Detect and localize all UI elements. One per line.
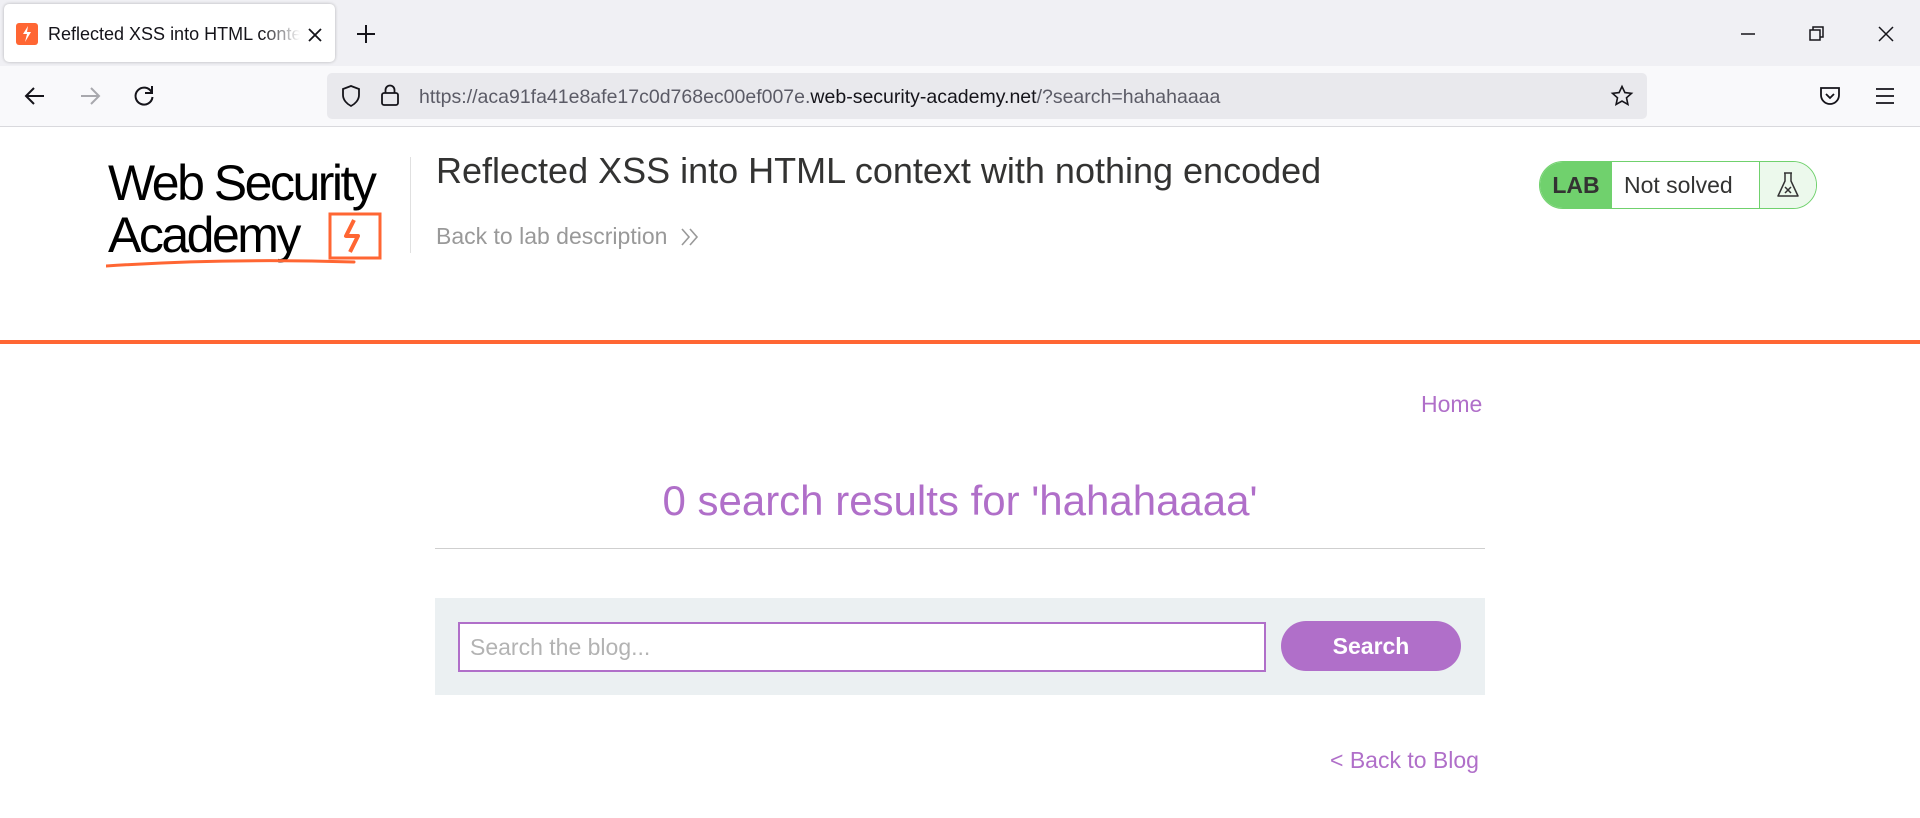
svg-text:Web Security: Web Security xyxy=(108,155,377,211)
lab-status-widget: LAB Not solved xyxy=(1539,161,1817,209)
back-to-lab-description-label: Back to lab description xyxy=(436,223,668,249)
lab-status-text: Not solved xyxy=(1612,162,1760,208)
back-to-lab-description-link[interactable]: Back to lab description xyxy=(436,223,701,250)
lab-badge: LAB xyxy=(1540,162,1612,208)
lab-header: Web Security Academy Reflected XSS into … xyxy=(0,127,1920,342)
new-tab-icon[interactable] xyxy=(354,22,378,46)
back-arrow-icon[interactable] xyxy=(22,83,48,109)
header-divider xyxy=(0,340,1920,344)
menu-icon[interactable] xyxy=(1872,83,1898,109)
search-button[interactable]: Search xyxy=(1281,621,1461,671)
pocket-icon[interactable] xyxy=(1817,83,1843,109)
shield-icon[interactable] xyxy=(339,84,363,108)
minimize-icon[interactable] xyxy=(1736,22,1760,46)
web-security-academy-logo[interactable]: Web Security Academy xyxy=(104,154,406,274)
home-link[interactable]: Home xyxy=(1421,391,1482,418)
close-tab-icon[interactable] xyxy=(306,26,324,44)
reload-icon[interactable] xyxy=(131,83,157,109)
back-to-blog-link[interactable]: < Back to Blog xyxy=(1330,747,1479,774)
bookmark-star-icon[interactable] xyxy=(1610,84,1634,108)
svg-text:Academy: Academy xyxy=(108,207,301,263)
browser-tab-bar: Reflected XSS into HTML context with not… xyxy=(0,0,1920,66)
address-bar[interactable]: https://aca91fa41e8afe17c0d768ec00ef007e… xyxy=(327,73,1647,119)
search-results-heading: 0 search results for 'hahahaaaa' xyxy=(662,477,1258,524)
url-prefix: https://aca91fa41e8afe17c0d768ec00ef007e… xyxy=(419,86,811,108)
forward-arrow-icon[interactable] xyxy=(77,83,103,109)
tab-title: Reflected XSS into HTML context with not… xyxy=(48,24,300,44)
url-domain: web-security-academy.net xyxy=(810,86,1037,108)
lab-title: Reflected XSS into HTML context with not… xyxy=(436,150,1322,191)
url-text[interactable]: https://aca91fa41e8afe17c0d768ec00ef007e… xyxy=(419,86,1220,109)
double-chevron-right-icon xyxy=(681,227,699,246)
url-path: /?search=hahahaaaa xyxy=(1036,86,1221,108)
logo-divider xyxy=(410,157,411,253)
search-input[interactable] xyxy=(458,622,1266,672)
flask-icon xyxy=(1760,162,1816,208)
favicon-icon xyxy=(16,23,38,45)
browser-tab[interactable]: Reflected XSS into HTML context with not… xyxy=(4,4,335,62)
search-panel: Search xyxy=(435,598,1485,695)
restore-icon[interactable] xyxy=(1805,22,1829,46)
browser-nav-bar: https://aca91fa41e8afe17c0d768ec00ef007e… xyxy=(0,66,1920,127)
lock-icon[interactable] xyxy=(379,83,401,107)
close-window-icon[interactable] xyxy=(1874,22,1898,46)
heading-divider xyxy=(435,548,1485,549)
